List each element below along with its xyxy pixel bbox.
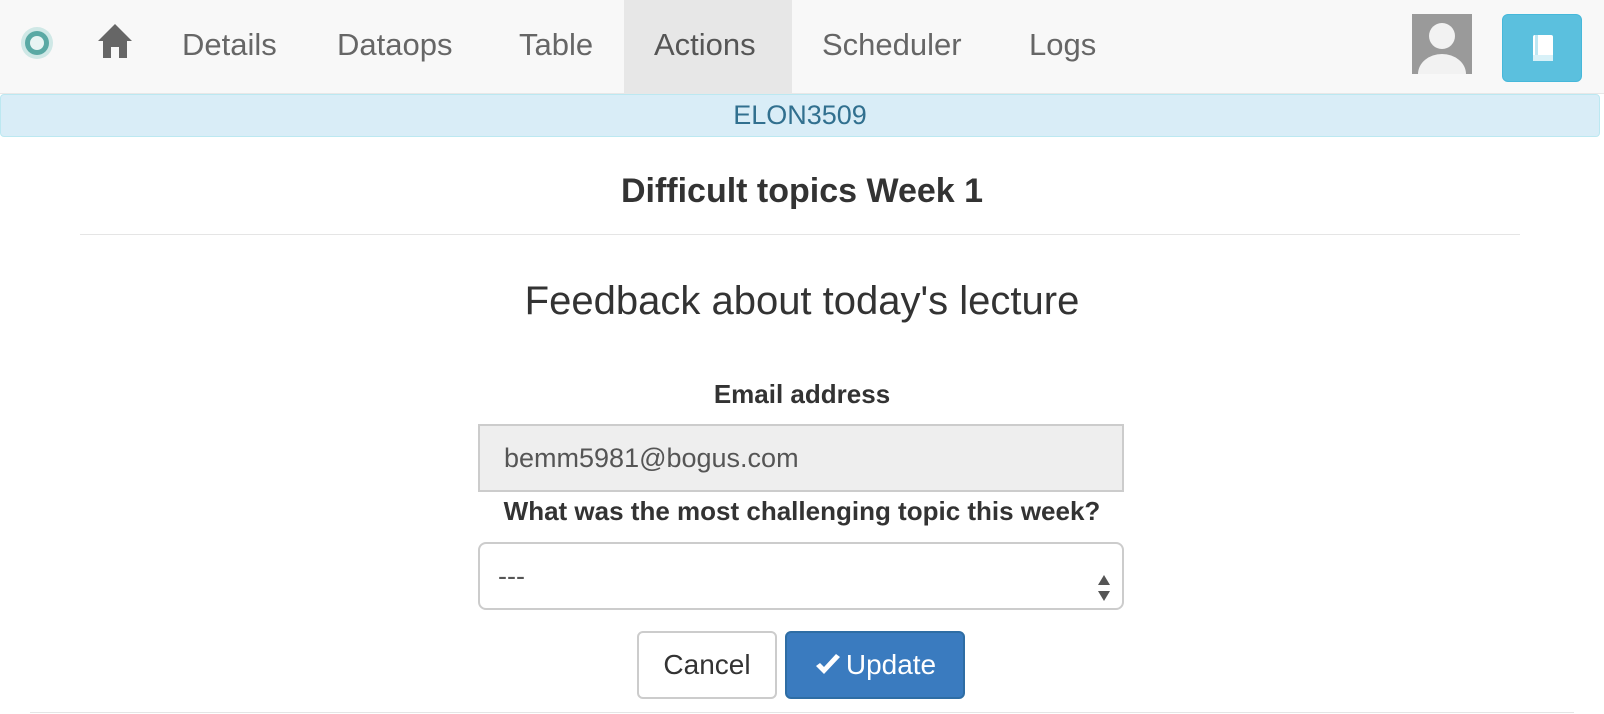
- topic-select[interactable]: ---: [478, 542, 1124, 610]
- title-divider: [80, 234, 1520, 235]
- topic-select-value: ---: [498, 561, 525, 591]
- app-logo-icon[interactable]: [18, 24, 56, 62]
- page-lead: Feedback about today's lecture: [524, 279, 1080, 323]
- nav-details[interactable]: Details: [152, 0, 307, 94]
- top-navbar: Details Dataops Table Actions Scheduler …: [0, 0, 1604, 94]
- checkmark-icon: [815, 654, 840, 674]
- nav-scheduler[interactable]: Scheduler: [792, 0, 992, 94]
- question-label: What was the most challenging topic this…: [503, 496, 1101, 526]
- book-icon: [1529, 33, 1557, 68]
- select-arrows-icon: [1096, 562, 1112, 601]
- update-button[interactable]: Update: [785, 631, 965, 699]
- home-icon[interactable]: [94, 20, 136, 62]
- cancel-button[interactable]: Cancel: [637, 631, 777, 699]
- nav-table[interactable]: Table: [489, 0, 623, 94]
- nav-dataops[interactable]: Dataops: [307, 0, 482, 94]
- book-button[interactable]: [1502, 14, 1582, 82]
- nav-actions[interactable]: Actions: [624, 0, 792, 94]
- bottom-divider: [30, 712, 1574, 713]
- user-avatar-icon[interactable]: [1412, 14, 1472, 74]
- page-title: Difficult topics Week 1: [620, 172, 984, 210]
- workflow-name-bar: ELON3509: [0, 94, 1600, 137]
- update-button-label: Update: [845, 649, 937, 680]
- email-label: Email address: [713, 379, 891, 409]
- nav-logs[interactable]: Logs: [999, 0, 1126, 94]
- email-field[interactable]: bemm5981@bogus.com: [478, 424, 1124, 492]
